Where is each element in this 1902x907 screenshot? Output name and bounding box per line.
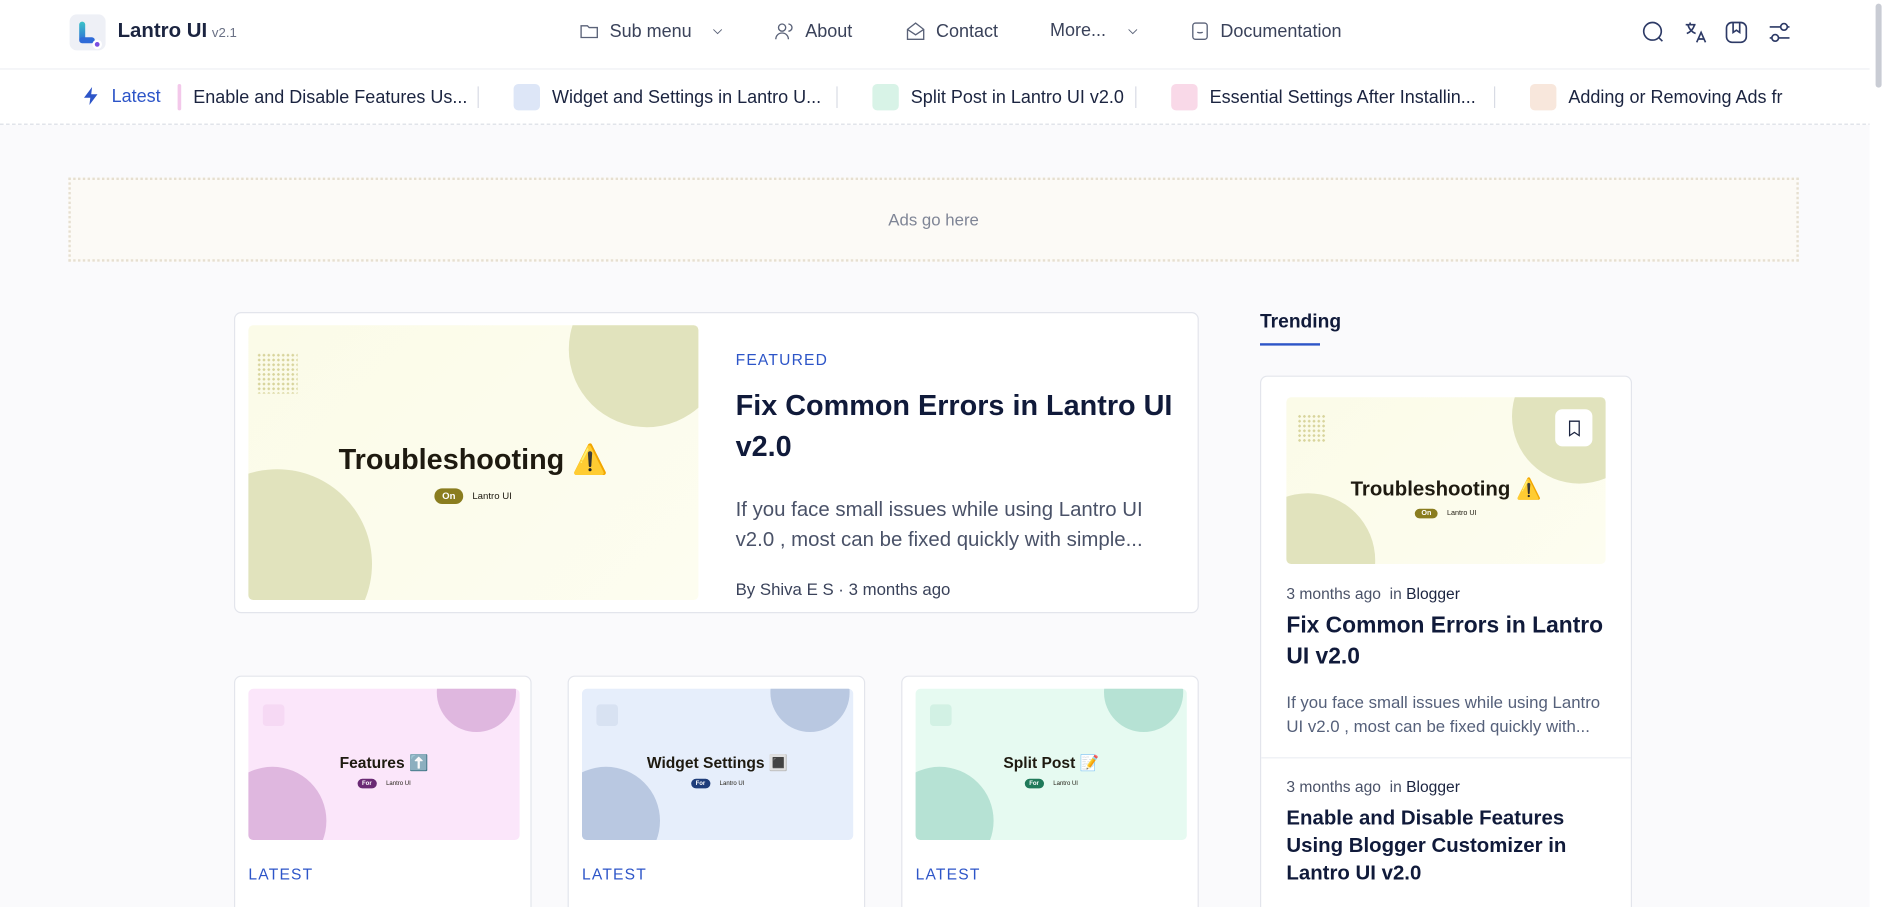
- nav-contact[interactable]: Contact: [905, 20, 998, 42]
- folder-icon: [580, 25, 598, 39]
- card-cover-title: Features ⬆️: [339, 753, 429, 772]
- post-card[interactable]: Split Post 📝 For Lantro UI LATEST: [901, 675, 1199, 907]
- ticker-item[interactable]: Split Post in Lantro UI v2.0: [872, 84, 1124, 111]
- card-cover: Features ⬆️ For Lantro UI: [248, 688, 520, 841]
- card-cover: Widget Settings 🔳 For Lantro UI: [582, 688, 854, 841]
- nav-label: Documentation: [1220, 21, 1342, 42]
- settings-sliders-icon: [1769, 22, 1790, 43]
- brand-label: Lantro UI: [117, 19, 208, 42]
- chevron-down-icon: [1127, 28, 1137, 34]
- ticker-thumb: [177, 84, 182, 111]
- card-cover: Split Post 📝 For Lantro UI: [915, 688, 1187, 841]
- bookmark-icon: [1568, 419, 1580, 437]
- nav-label: About: [805, 21, 853, 42]
- divider: [1261, 757, 1631, 759]
- card-pill-text: Lantro UI: [719, 780, 745, 788]
- settings-button[interactable]: [1766, 19, 1792, 45]
- ticker-item[interactable]: Enable and Disable Features Us...: [177, 84, 468, 111]
- post-time: 3 months ago: [1286, 584, 1381, 603]
- top-header: Lantro UI v2.1 Sub menu About Contact Mor…: [0, 0, 1902, 70]
- trending-meta: 3 months ago in Blogger: [1286, 584, 1459, 602]
- ticker-text: Enable and Disable Features Us...: [193, 87, 468, 108]
- featured-excerpt: If you face small issues while using Lan…: [735, 498, 1143, 551]
- card-pill: For: [1024, 778, 1044, 789]
- translate-button[interactable]: [1682, 19, 1708, 45]
- trending-meta: 3 months ago in Blogger: [1286, 778, 1459, 796]
- nav-label: Contact: [936, 21, 999, 42]
- trending-post-title[interactable]: Fix Common Errors in Lantro UI v2.0: [1286, 611, 1610, 673]
- version-label: v2.1: [211, 26, 237, 41]
- ticker-item[interactable]: Adding or Removing Ads fr: [1530, 84, 1783, 111]
- latest-text: Latest: [111, 85, 161, 107]
- post-category[interactable]: Blogger: [1406, 778, 1460, 796]
- card-cover-title: Split Post 📝: [1003, 753, 1100, 772]
- post-category[interactable]: Blogger: [1406, 584, 1460, 602]
- mail-icon: [906, 22, 925, 40]
- trending-post-excerpt: If you face small issues while using Lan…: [1286, 692, 1601, 736]
- post-card[interactable]: Features ⬆️ For Lantro UI LATEST: [234, 675, 532, 907]
- ticker-item[interactable]: Widget and Settings in Lantro U...: [513, 84, 822, 111]
- cover-pill-text: Lantro UI: [472, 490, 512, 502]
- card-cover-title: Widget Settings 🔳: [646, 753, 789, 772]
- document-icon: [1192, 22, 1208, 40]
- bookmark-button[interactable]: [1555, 409, 1593, 447]
- ad-text: Ads go here: [888, 210, 979, 230]
- nav-label: Sub menu: [609, 21, 692, 42]
- ticker-text: Widget and Settings in Lantro U...: [552, 87, 822, 108]
- brand-name[interactable]: Lantro UI v2.1: [118, 19, 237, 43]
- nav-documentation[interactable]: Documentation: [1189, 20, 1341, 42]
- cover-pill: On: [1415, 508, 1438, 519]
- in-label: in: [1389, 777, 1402, 796]
- featured-cover[interactable]: Troubleshooting ⚠️ On Lantro UI: [248, 325, 699, 600]
- card-category[interactable]: LATEST: [916, 865, 981, 883]
- ticker-text: Adding or Removing Ads fr: [1568, 87, 1783, 108]
- card-category[interactable]: LATEST: [582, 865, 647, 883]
- users-icon: [775, 23, 793, 40]
- nav-about[interactable]: About: [774, 20, 852, 42]
- ticker-item[interactable]: Essential Settings After Installin...: [1171, 84, 1476, 111]
- card-pill: For: [357, 778, 377, 789]
- nav-label: More...: [1050, 20, 1107, 41]
- scrollbar-thumb[interactable]: [1875, 3, 1882, 88]
- cover-title: Troubleshooting ⚠️: [1350, 477, 1542, 501]
- card-pill-text: Lantro UI: [1053, 780, 1078, 788]
- lightning-icon: [84, 87, 98, 106]
- ticker-thumb: [1530, 84, 1557, 111]
- trending-post-title[interactable]: Enable and Disable Features Using Blogge…: [1286, 804, 1610, 887]
- card-pill-text: Lantro UI: [386, 780, 411, 788]
- trending-underline: [1260, 343, 1320, 346]
- trending-title: Trending: [1260, 312, 1342, 333]
- featured-byline: By Shiva E S · 3 months ago: [735, 579, 951, 599]
- bookmarks-button[interactable]: [1723, 19, 1749, 45]
- cover-pill: On: [434, 488, 463, 505]
- latest-label: Latest: [80, 85, 161, 107]
- ticker-thumb: [1171, 84, 1198, 111]
- ad-slot: Ads go here: [68, 177, 1799, 262]
- card-category[interactable]: LATEST: [248, 865, 313, 883]
- in-label: in: [1389, 584, 1402, 603]
- cover-pill-text: Lantro UI: [1446, 510, 1477, 518]
- logo[interactable]: [69, 14, 106, 51]
- search-button[interactable]: [1640, 19, 1666, 45]
- latest-ticker: Latest Enable and Disable Features Us...…: [0, 69, 1902, 125]
- nav-sub-menu[interactable]: Sub menu: [578, 20, 725, 42]
- search-icon: [1642, 21, 1663, 42]
- ticker-text: Essential Settings After Installin...: [1209, 87, 1476, 108]
- card-pill: For: [690, 778, 711, 789]
- post-time: 3 months ago: [1286, 777, 1381, 796]
- bookmark-icon: [1725, 21, 1748, 44]
- ticker-text: Split Post in Lantro UI v2.0: [910, 87, 1124, 108]
- page: Lantro UI v2.1 Sub menu About Contact Mor…: [0, 0, 1902, 907]
- translate-icon: [1685, 22, 1707, 43]
- cover-title: Troubleshooting ⚠️: [338, 444, 609, 477]
- ticker-thumb: [872, 84, 899, 111]
- ticker-thumb: [513, 84, 540, 111]
- featured-category[interactable]: FEATURED: [736, 350, 829, 368]
- featured-title[interactable]: Fix Common Errors in Lantro UI v2.0: [736, 386, 1186, 468]
- chevron-down-icon: [713, 29, 723, 35]
- scrollbar[interactable]: [1869, 0, 1902, 907]
- nav-more[interactable]: More...: [1050, 20, 1140, 41]
- post-card[interactable]: Widget Settings 🔳 For Lantro UI LATEST: [567, 675, 866, 907]
